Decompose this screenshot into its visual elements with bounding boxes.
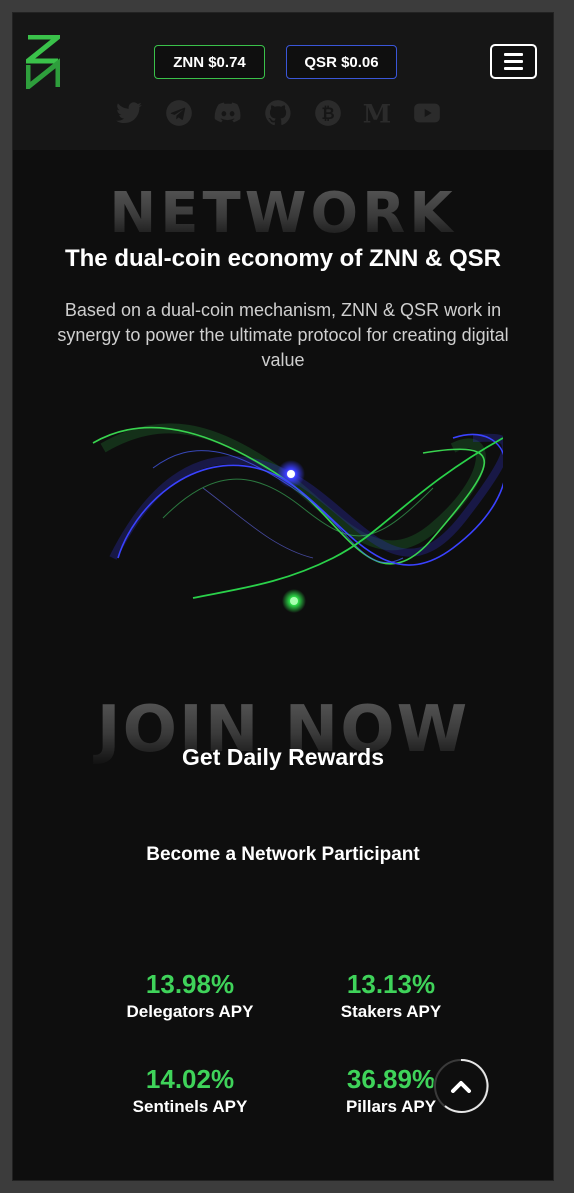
twitter-icon[interactable] [113,97,145,129]
page: ZNN $0.74 QSR $0.06 ₿ M NETWORK The dual… [12,12,554,1181]
social-links: ₿ M [113,95,443,131]
site-header: ZNN $0.74 QSR $0.06 ₿ M [13,13,553,150]
menu-button[interactable] [490,44,537,79]
znn-price-text: ZNN $0.74 [173,53,246,71]
scroll-progress-ring [434,1058,489,1113]
stat-value: 14.02% [145,1064,235,1094]
hamburger-line [504,60,523,63]
znn-price-badge[interactable]: ZNN $0.74 [154,45,265,79]
zenon-logo[interactable] [26,35,60,89]
stat-label: Stakers APY [340,1002,442,1021]
participant-subtitle: Become a Network Participant [146,844,420,865]
stat-delegators: 13.98% Delegators APY [90,969,290,1023]
stat-value: 13.13% [346,969,436,999]
hero-title: The dual-coin economy of ZNN & QSR [64,245,502,272]
bitcoin-icon[interactable]: ₿ [312,97,344,129]
svg-text:M: M [363,99,391,127]
qsr-price-text: QSR $0.06 [304,53,379,71]
stat-label: Sentinels APY [132,1097,248,1116]
discord-icon[interactable] [212,97,244,129]
youtube-icon[interactable] [411,97,443,129]
stat-stakers: 13.13% Stakers APY [291,969,491,1023]
network-background-word: NETWORK [13,181,553,246]
stat-value: 13.98% [145,969,235,999]
rewards-title: Get Daily Rewards [182,744,384,770]
hamburger-line [504,67,523,70]
stat-label: Delegators APY [126,1002,254,1021]
github-icon[interactable] [262,97,294,129]
qsr-price-badge[interactable]: QSR $0.06 [286,45,397,79]
dna-helix-illustration [92,423,503,613]
svg-text:₿: ₿ [321,104,334,123]
hero-description: Based on a dual-coin mechanism, ZNN & QS… [57,300,509,370]
telegram-icon[interactable] [163,97,195,129]
stat-sentinels: 14.02% Sentinels APY [90,1064,290,1118]
hamburger-line [504,53,523,56]
scroll-to-top-button[interactable] [433,1058,489,1114]
medium-icon[interactable]: M [361,97,393,129]
